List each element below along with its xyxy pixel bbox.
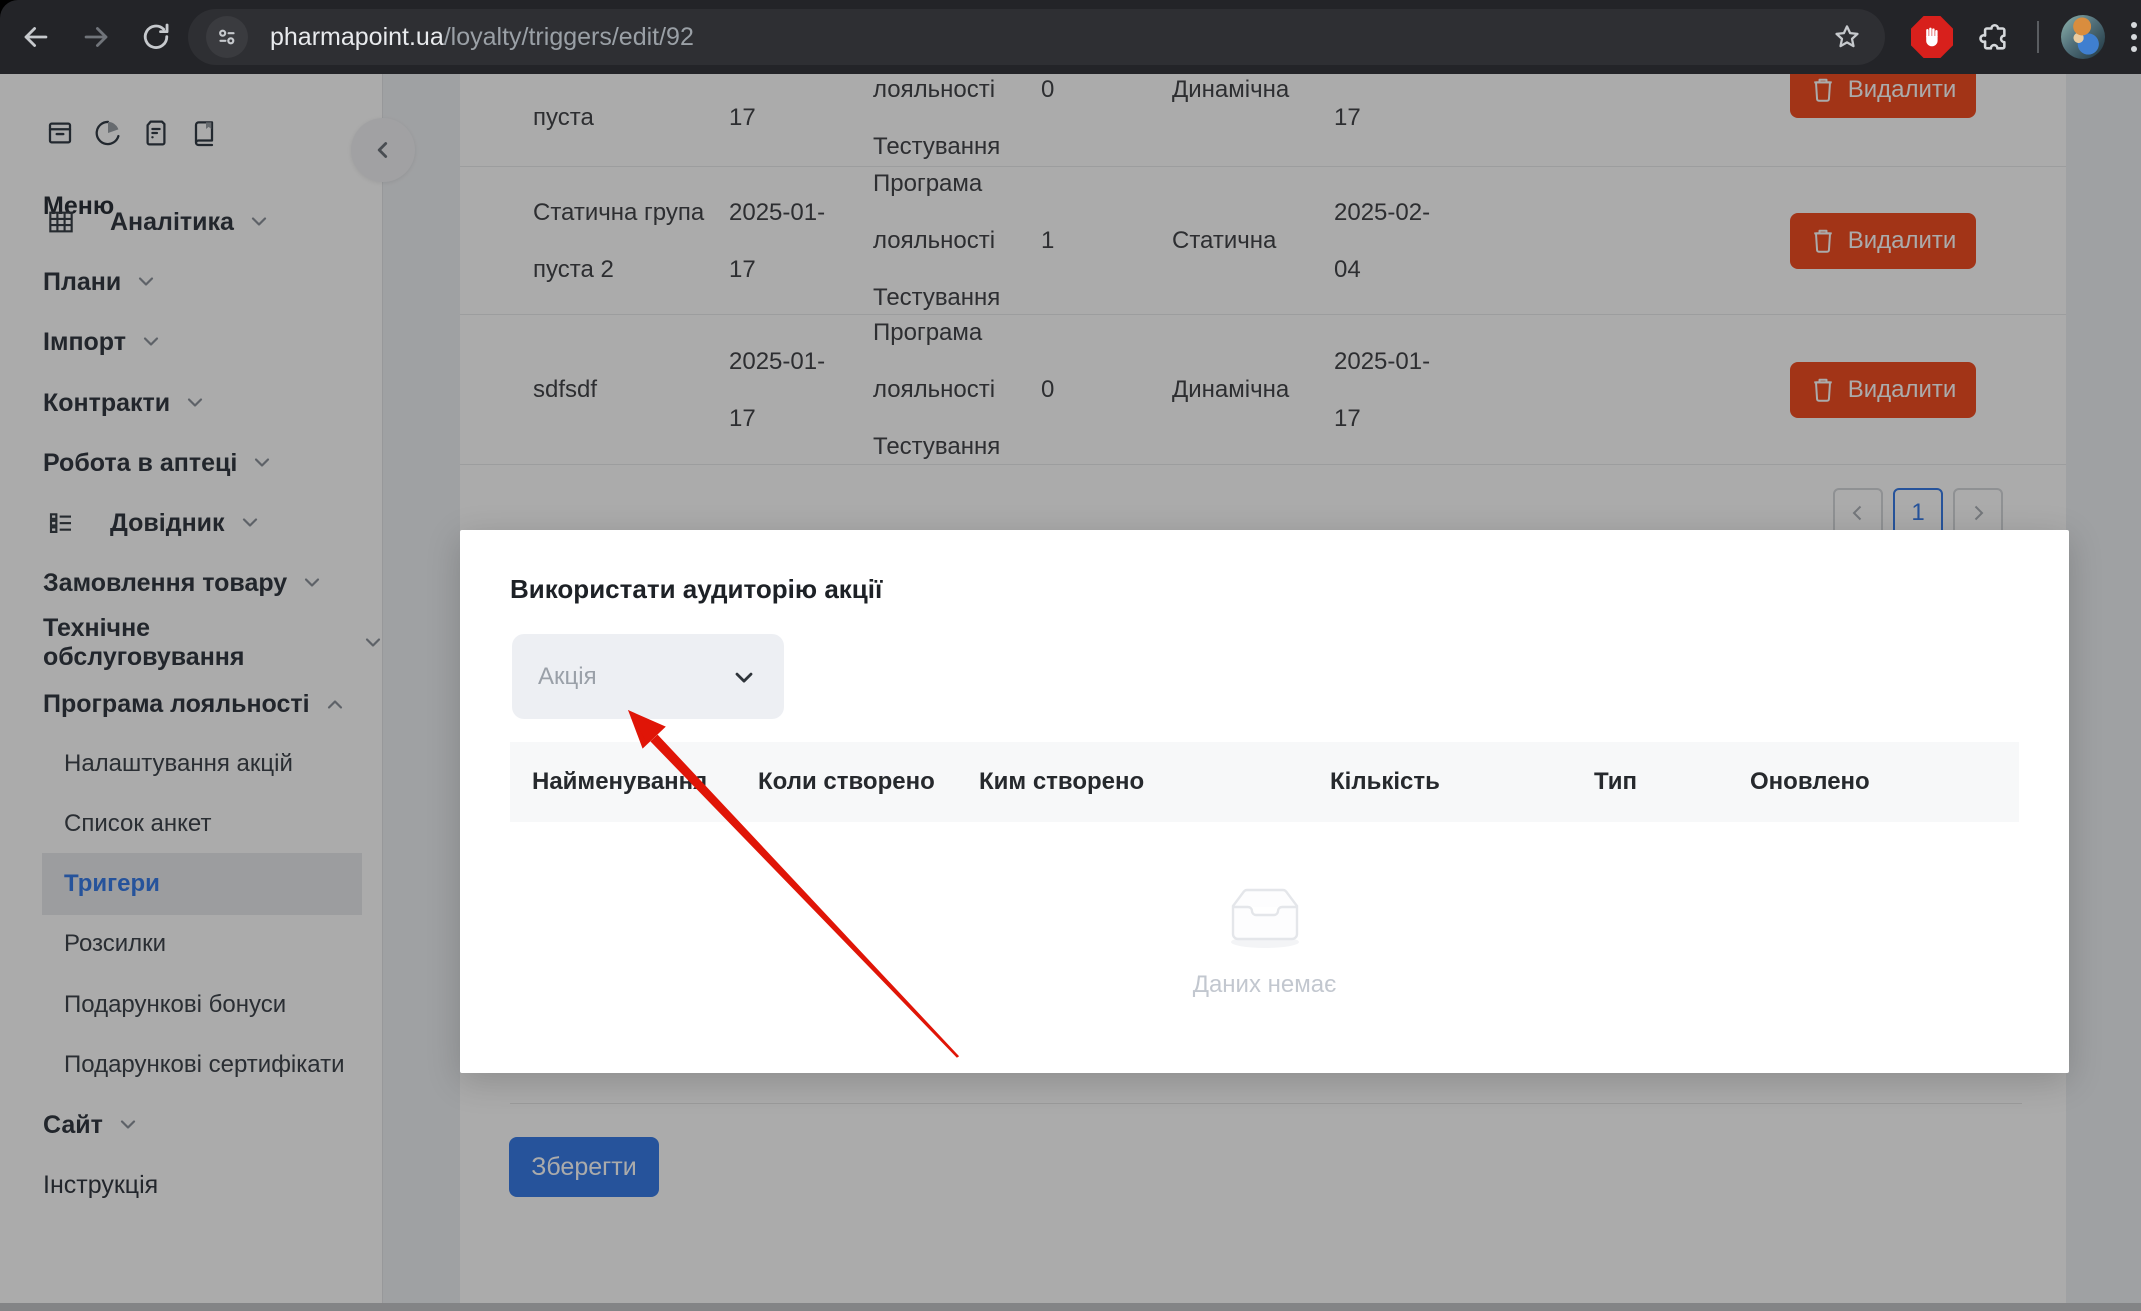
column-header: Кількість [1330, 742, 1440, 822]
back-icon[interactable] [16, 17, 56, 57]
url-bar[interactable]: pharmapoint.ua/loyalty/triggers/edit/92 [188, 9, 1885, 65]
select-placeholder: Акція [538, 663, 597, 691]
column-header: Тип [1594, 742, 1637, 822]
profile-avatar[interactable] [2061, 15, 2105, 59]
column-header: Оновлено [1750, 742, 1870, 822]
extensions-puzzle-icon[interactable] [1975, 17, 2015, 57]
site-info-icon[interactable] [206, 16, 248, 58]
url-text: pharmapoint.ua/loyalty/triggers/edit/92 [270, 23, 1827, 52]
page: динамічна група пуста2025-01-17Програма … [0, 74, 2141, 1311]
empty-state-text: Даних немає [460, 971, 2069, 999]
url-path: /loyalty/triggers/edit/92 [444, 23, 694, 51]
adblock-icon[interactable] [1911, 16, 1953, 58]
action-select[interactable]: Акція [512, 634, 784, 719]
column-header: Найменування [532, 742, 707, 822]
popover-title: Використати аудиторію акції [510, 574, 882, 605]
chrome-menu-icon[interactable] [2127, 18, 2141, 56]
empty-state: Даних немає [460, 882, 2069, 999]
empty-inbox-icon [1222, 882, 1308, 952]
toolbar-divider [2037, 21, 2039, 53]
bookmark-star-icon[interactable] [1827, 17, 1867, 57]
forward-icon[interactable] [76, 17, 116, 57]
reload-icon[interactable] [136, 17, 176, 57]
popover-table-header: Найменування Коли створено Ким створено Кіл… [510, 742, 2019, 822]
browser-toolbar: pharmapoint.ua/loyalty/triggers/edit/92 [0, 0, 2141, 74]
audience-popover: Використати аудиторію акції Акція Наймен… [460, 530, 2069, 1073]
column-header: Коли створено [758, 742, 935, 822]
url-domain: pharmapoint.ua [270, 23, 444, 51]
column-header: Ким створено [979, 742, 1144, 822]
chevron-down-icon [730, 663, 758, 691]
